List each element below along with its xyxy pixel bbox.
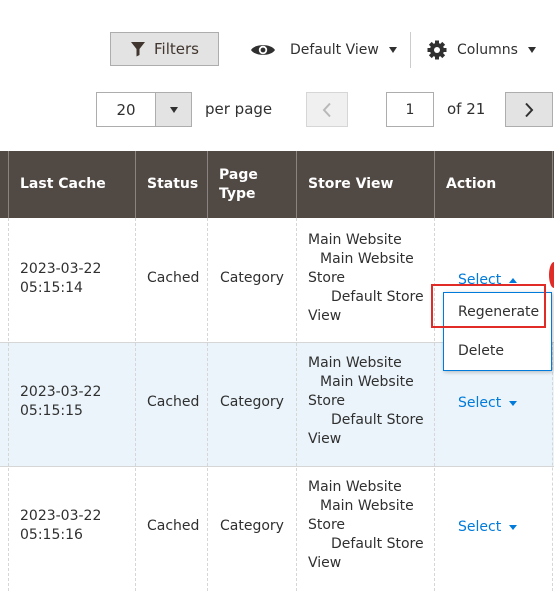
- eye-icon: [251, 45, 275, 55]
- store-line: Store: [308, 393, 346, 409]
- column-header-label: Action: [446, 176, 497, 192]
- chevron-down-icon: [169, 106, 178, 113]
- columns-label: Columns: [457, 42, 518, 58]
- page-type-cell: Category: [220, 518, 284, 534]
- per-page-label: per page: [205, 100, 273, 118]
- store-view-cell: Main Website Main Website Store Default …: [308, 478, 424, 573]
- action-select[interactable]: Select: [458, 519, 518, 535]
- store-line: Main Website: [308, 479, 402, 495]
- last-cache-cell: 2023-03-22 05:15:15: [20, 383, 101, 421]
- funnel-icon: [131, 42, 146, 57]
- cache-time: 05:15:16: [20, 527, 83, 543]
- chevron-down-icon: [509, 400, 518, 406]
- cache-date: 2023-03-22: [20, 508, 102, 524]
- gear-icon: [427, 40, 447, 60]
- chevron-down-icon: [527, 47, 536, 53]
- page-type-cell: Category: [220, 394, 284, 410]
- cache-date: 2023-03-22: [20, 384, 102, 400]
- status-cell: Cached: [147, 518, 200, 534]
- column-header-store-view[interactable]: Store View: [296, 151, 434, 218]
- row-divider: [0, 466, 554, 467]
- column-header-status[interactable]: Status: [135, 151, 207, 218]
- action-select-label: Select: [458, 395, 502, 411]
- chevron-down-icon: [388, 47, 397, 53]
- cache-time: 05:15:15: [20, 403, 83, 419]
- filters-label: Filters: [154, 40, 199, 58]
- column-header-label: Status: [147, 176, 199, 192]
- action-select-label: Select: [458, 272, 502, 288]
- page-type-cell: Category: [220, 270, 284, 286]
- view-label: Default View: [290, 42, 379, 58]
- columns-selector[interactable]: Columns: [427, 36, 536, 64]
- column-divider: [135, 218, 136, 591]
- column-header-label: Last Cache: [20, 176, 106, 192]
- store-line: Default Store: [331, 289, 424, 305]
- chevron-left-icon: [322, 102, 331, 117]
- chevron-up-icon: [509, 277, 518, 283]
- store-line: Main Website: [320, 251, 414, 267]
- store-line: Main Website: [320, 374, 414, 390]
- column-header-page-type[interactable]: Page Type: [207, 151, 296, 218]
- column-divider: [207, 218, 208, 591]
- total-pages-label: of 21: [447, 100, 486, 118]
- store-line: Default Store: [331, 536, 424, 552]
- action-select[interactable]: Select: [458, 272, 518, 288]
- store-line: Main Website: [320, 498, 414, 514]
- filters-button[interactable]: Filters: [110, 32, 219, 66]
- previous-page-button[interactable]: [306, 92, 348, 127]
- store-line: Default Store: [331, 412, 424, 428]
- last-cache-cell: 2023-03-22 05:15:16: [20, 507, 101, 545]
- store-view-cell: Main Website Main Website Store Default …: [308, 231, 424, 326]
- next-page-button[interactable]: [505, 92, 553, 127]
- store-view-cell: Main Website Main Website Store Default …: [308, 354, 424, 449]
- store-line: View: [308, 431, 342, 447]
- view-selector[interactable]: Default View: [250, 36, 397, 64]
- grid-header: Last Cache Status Page Type Store View A…: [0, 151, 554, 218]
- column-divider: [552, 151, 553, 218]
- chevron-right-icon: [525, 102, 534, 117]
- store-line: View: [308, 555, 342, 571]
- status-cell: Cached: [147, 394, 200, 410]
- per-page-select[interactable]: 20: [96, 92, 192, 127]
- column-divider: [296, 218, 297, 591]
- last-cache-cell: 2023-03-22 05:15:14: [20, 260, 101, 298]
- store-line: View: [308, 308, 342, 324]
- action-select-label: Select: [458, 519, 502, 535]
- column-header-label: Type: [219, 185, 256, 202]
- per-page-dropdown-button[interactable]: [156, 93, 191, 126]
- menu-item-delete[interactable]: Delete: [444, 343, 551, 359]
- column-divider: [552, 342, 553, 591]
- menu-item-regenerate[interactable]: Regenerate: [444, 304, 551, 320]
- store-line: Store: [308, 517, 346, 533]
- edge-indicator: [549, 262, 554, 288]
- column-header-last-cache[interactable]: Last Cache: [8, 151, 135, 218]
- column-divider: [434, 218, 435, 591]
- cache-date: 2023-03-22: [20, 261, 102, 277]
- store-line: Main Website: [308, 232, 402, 248]
- action-select[interactable]: Select: [458, 395, 518, 411]
- status-cell: Cached: [147, 270, 200, 286]
- column-header-label: Page: [219, 166, 258, 183]
- store-line: Store: [308, 270, 346, 286]
- toolbar-divider: [410, 32, 411, 68]
- column-header-action: Action: [434, 151, 552, 218]
- column-divider: [8, 218, 9, 591]
- cache-time: 05:15:14: [20, 280, 83, 296]
- store-line: Main Website: [308, 355, 402, 371]
- action-dropdown-menu: Regenerate Delete: [443, 292, 552, 371]
- per-page-value: 20: [97, 93, 156, 126]
- column-header-label: Store View: [308, 176, 394, 192]
- chevron-down-icon: [509, 524, 518, 530]
- page-number-input[interactable]: 1: [386, 92, 434, 127]
